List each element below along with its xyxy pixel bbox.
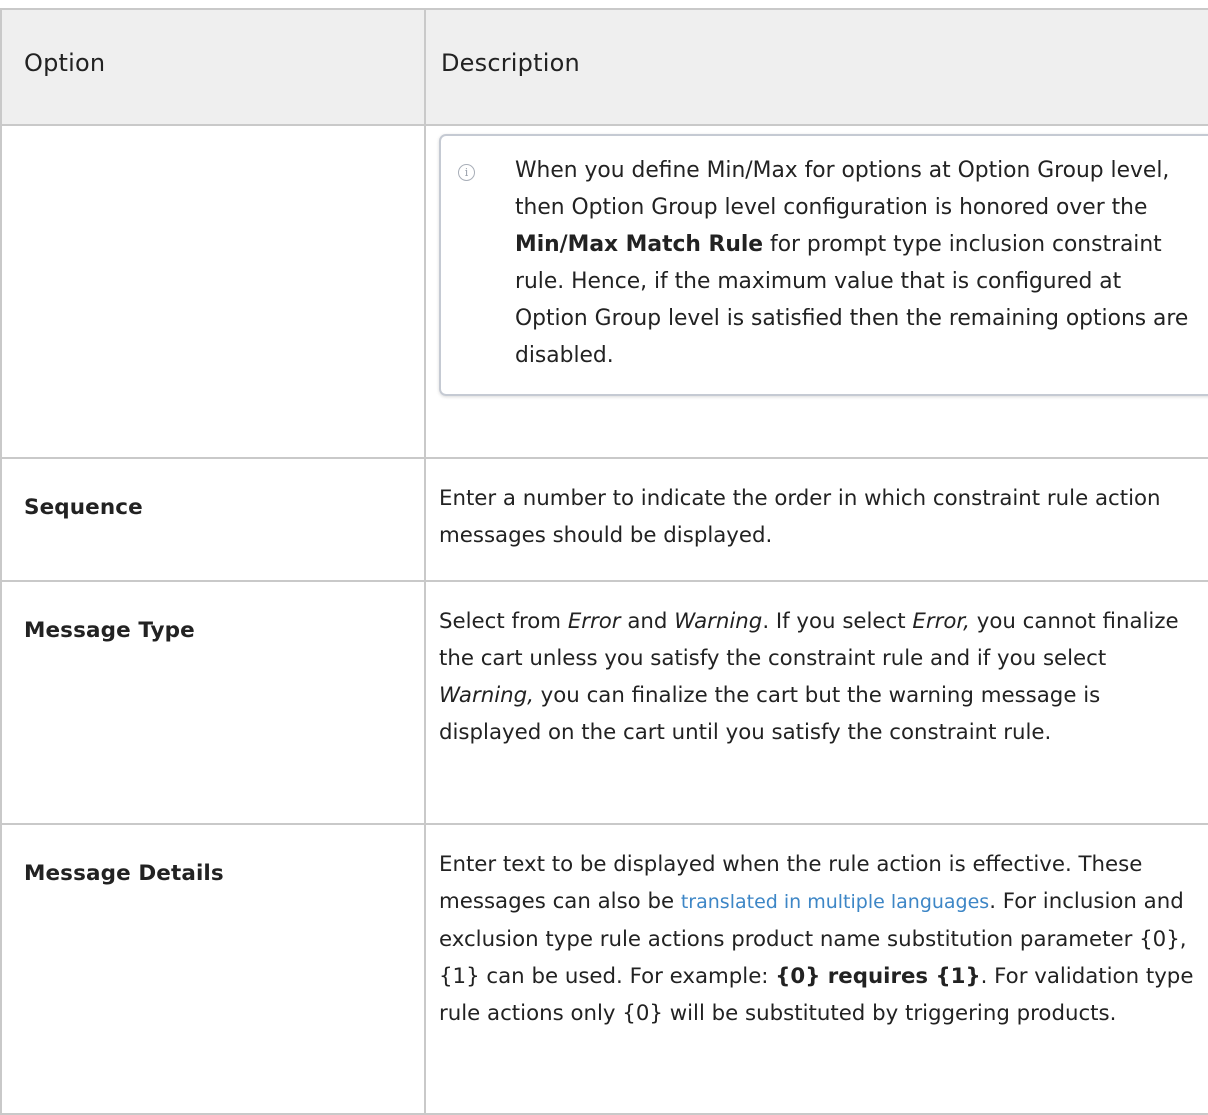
text-segment: and (620, 609, 675, 634)
table-row: Message Type Select from Error and Warni… (0, 580, 1208, 825)
options-table: Option Description i When you define Min… (0, 8, 1208, 1115)
description-message-type: Select from Error and Warning. If you se… (426, 582, 1208, 751)
option-sequence: Sequence (24, 495, 143, 520)
option-cell: Message Type (0, 580, 426, 825)
description-message-details: Enter text to be displayed when the rule… (426, 825, 1208, 1032)
table-row: Message Details Enter text to be display… (0, 823, 1208, 1115)
bold-example: {0} requires {1} (775, 964, 981, 989)
description-cell: Enter text to be displayed when the rule… (424, 823, 1208, 1115)
note-bold-rule: Min/Max Match Rule (515, 232, 764, 257)
description-cell: Enter a number to indicate the order in … (424, 457, 1208, 582)
header-option: Option (24, 48, 106, 77)
text-segment: you can finalize the cart but the warnin… (439, 683, 1101, 745)
info-icon: i (458, 164, 475, 181)
text-segment: . If you select (762, 609, 913, 634)
option-message-details: Message Details (24, 861, 224, 886)
description-sequence: Enter a number to indicate the order in … (439, 486, 1161, 548)
table-row: Sequence Enter a number to indicate the … (0, 457, 1208, 582)
description-cell: i When you define Min/Max for options at… (424, 124, 1208, 459)
italic-error: Error (567, 609, 621, 634)
table-row: i When you define Min/Max for options at… (0, 124, 1208, 459)
description-cell: Select from Error and Warning. If you se… (424, 580, 1208, 825)
header-option-cell: Option (0, 8, 426, 126)
info-note: i When you define Min/Max for options at… (439, 134, 1208, 396)
option-cell: Sequence (0, 457, 426, 582)
option-message-type: Message Type (24, 618, 195, 643)
header-description: Description (441, 48, 580, 77)
header-description-cell: Description (424, 8, 1208, 126)
option-cell-empty (0, 124, 426, 459)
italic-error-2: Error, (912, 609, 970, 634)
italic-warning: Warning (674, 609, 763, 634)
table-header-row: Option Description (0, 8, 1208, 126)
note-text-1: When you define Min/Max for options at O… (515, 158, 1170, 220)
translation-link[interactable]: translated in multiple languages (681, 891, 989, 913)
italic-warning-2: Warning, (439, 683, 534, 708)
option-cell: Message Details (0, 823, 426, 1115)
text-segment: Select from (439, 609, 568, 634)
